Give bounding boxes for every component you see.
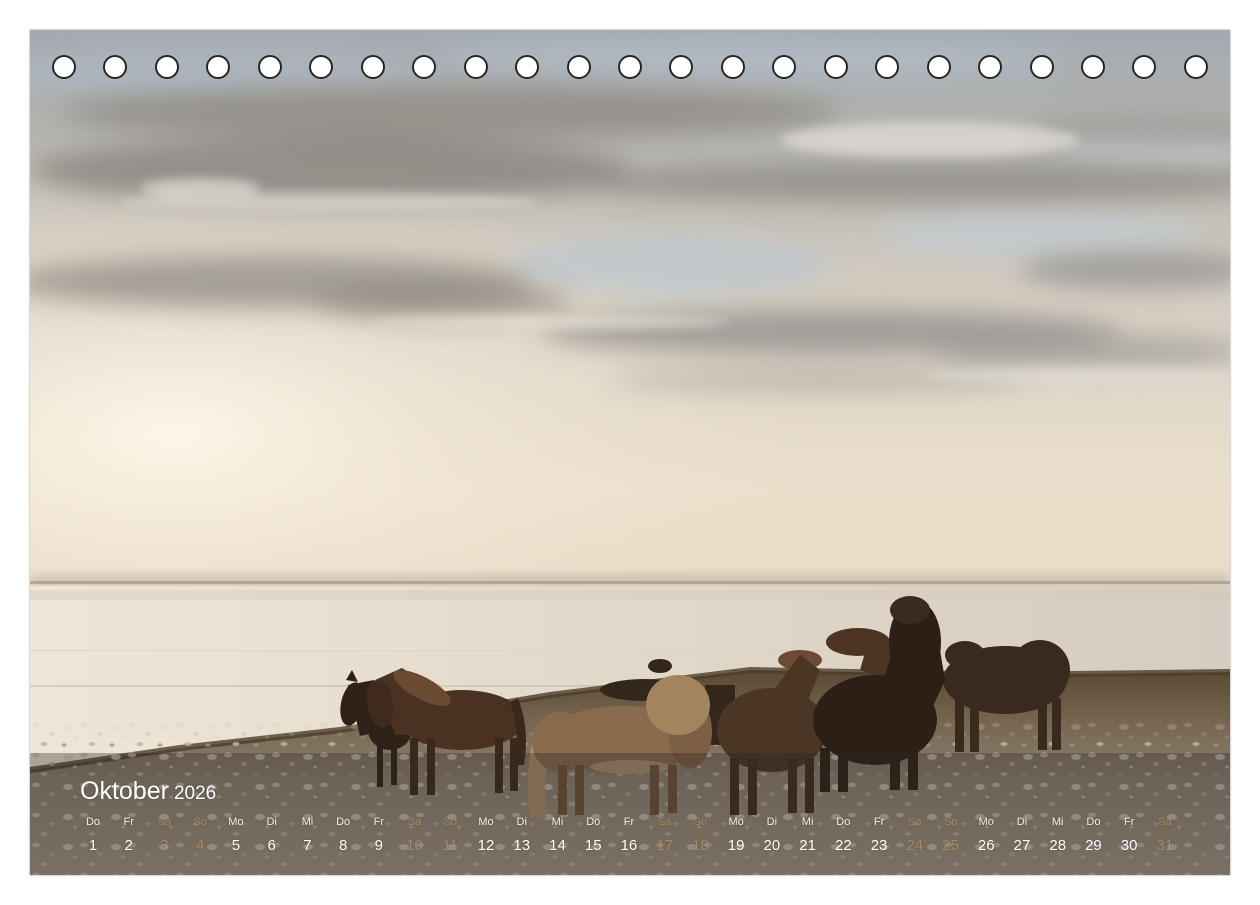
binding-hole bbox=[720, 55, 745, 79]
binding-hole bbox=[669, 55, 694, 79]
binding-hole bbox=[360, 55, 385, 79]
binding-hole bbox=[926, 55, 951, 79]
calendar-strip-overlay bbox=[30, 753, 1230, 875]
binding-hole bbox=[1132, 55, 1157, 79]
binding-hole bbox=[154, 55, 179, 79]
month-name: Oktober bbox=[80, 777, 169, 805]
binding-hole bbox=[1029, 55, 1054, 79]
binding-hole bbox=[515, 55, 540, 79]
binding-hole bbox=[206, 55, 231, 79]
binding-hole bbox=[875, 55, 900, 79]
month-title: Oktober 2026 bbox=[80, 776, 216, 809]
binding-hole bbox=[103, 55, 128, 79]
binding-hole bbox=[566, 55, 591, 79]
spiral-binding bbox=[0, 55, 1260, 79]
binding-hole bbox=[1081, 55, 1105, 79]
calendar-photo bbox=[30, 30, 1230, 875]
landscape-photo bbox=[30, 30, 1230, 875]
binding-hole bbox=[617, 55, 642, 79]
binding-hole bbox=[463, 55, 488, 79]
binding-hole bbox=[412, 55, 437, 79]
binding-hole bbox=[52, 55, 76, 79]
binding-hole bbox=[309, 55, 334, 79]
horizon bbox=[30, 575, 1230, 587]
binding-hole bbox=[978, 55, 1003, 79]
binding-hole bbox=[772, 55, 797, 79]
binding-hole bbox=[257, 55, 282, 79]
year-label: 2026 bbox=[173, 783, 217, 804]
binding-hole bbox=[1183, 55, 1208, 79]
binding-hole bbox=[823, 55, 848, 79]
